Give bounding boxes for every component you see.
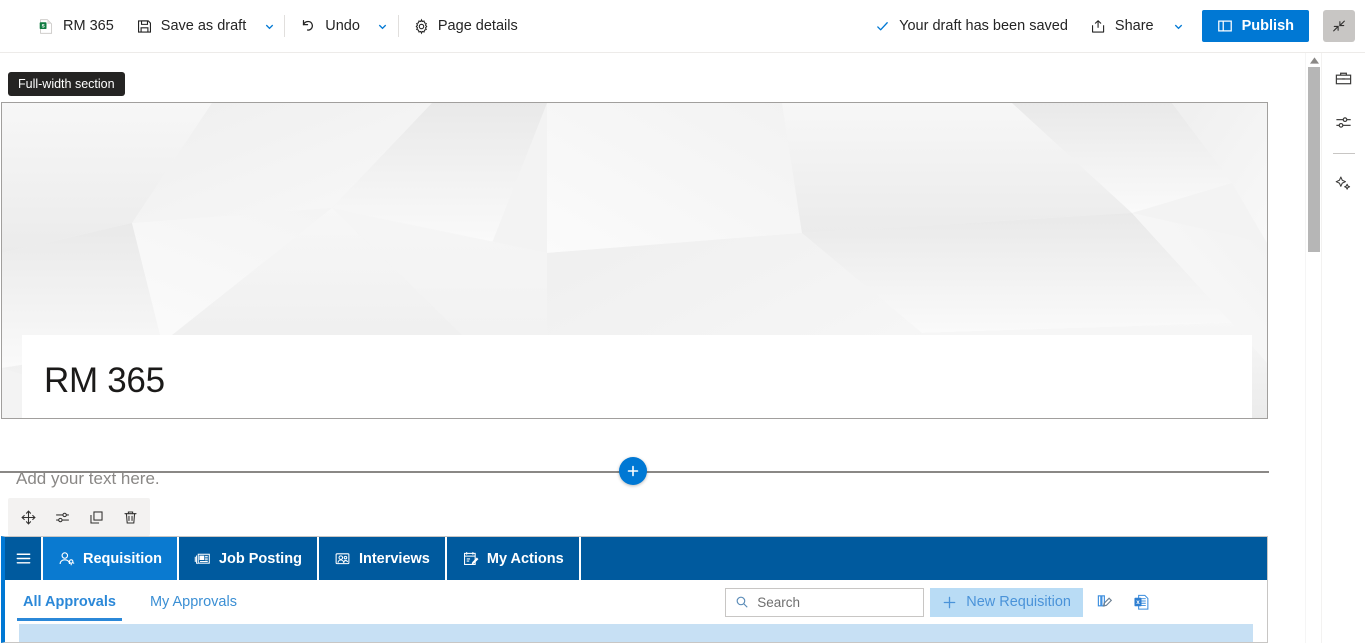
nav-tab-interviews-label: Interviews bbox=[358, 550, 430, 567]
subtab-my-approvals-label: My Approvals bbox=[149, 594, 237, 610]
news-icon bbox=[194, 550, 211, 567]
gear-icon bbox=[413, 18, 430, 35]
share-label: Share bbox=[1114, 18, 1154, 34]
edit-webpart-sliders-icon[interactable] bbox=[46, 501, 78, 533]
search-icon bbox=[735, 595, 749, 609]
command-bar-right-group: Your draft has been saved Share Publish bbox=[867, 7, 1365, 45]
nav-tab-requisition[interactable]: Requisition bbox=[43, 537, 179, 580]
sub-bar-actions: New Requisition x bbox=[725, 587, 1267, 617]
add-section-divider bbox=[0, 457, 1269, 485]
page-canvas: Full-width section RM 365 Add your text … bbox=[0, 53, 1365, 643]
rail-divider bbox=[1332, 153, 1355, 154]
hero-title-box: RM 365 John Taylor T bbox=[22, 335, 1252, 418]
person-add-icon bbox=[58, 550, 75, 567]
nav-tab-requisition-label: Requisition bbox=[83, 550, 162, 567]
add-section-button[interactable] bbox=[619, 457, 647, 485]
share-chevron[interactable] bbox=[1168, 7, 1190, 45]
edit-columns-icon[interactable] bbox=[1091, 588, 1119, 616]
nav-tab-interviews[interactable]: Interviews bbox=[318, 537, 447, 580]
duplicate-icon[interactable] bbox=[80, 501, 112, 533]
scroll-up-arrow-icon[interactable] bbox=[1306, 53, 1322, 67]
site-name-label: RM 365 bbox=[63, 18, 114, 34]
site-name-button[interactable]: s RM 365 bbox=[28, 7, 124, 45]
undo-label: Undo bbox=[325, 18, 360, 34]
collapse-ribbon-button[interactable] bbox=[1323, 10, 1355, 42]
nav-tab-job-posting[interactable]: Job Posting bbox=[178, 537, 319, 580]
save-as-draft-label: Save as draft bbox=[160, 18, 247, 34]
hamburger-menu-icon[interactable] bbox=[5, 537, 43, 580]
subtab-all-approvals-label: All Approvals bbox=[23, 594, 116, 610]
app-nav-bar: Requisition Job Posting Interviews My Ac… bbox=[5, 537, 1267, 580]
undo-button[interactable]: Undo bbox=[289, 7, 370, 45]
new-requisition-label: New Requisition bbox=[966, 594, 1071, 610]
toolbar-divider-2 bbox=[397, 15, 399, 37]
sparkle-icon[interactable] bbox=[1327, 166, 1361, 200]
nav-tab-my-actions[interactable]: My Actions bbox=[446, 537, 581, 580]
save-icon bbox=[136, 18, 153, 35]
nav-tab-my-actions-label: My Actions bbox=[486, 550, 564, 567]
subtab-all-approvals[interactable]: All Approvals bbox=[17, 584, 122, 621]
task-board-icon bbox=[462, 550, 479, 567]
publish-button[interactable]: Publish bbox=[1201, 10, 1309, 42]
search-box[interactable] bbox=[725, 587, 925, 617]
collapse-arrows-icon bbox=[1331, 18, 1347, 34]
plus-icon bbox=[942, 595, 957, 610]
share-icon bbox=[1090, 18, 1107, 35]
command-bar-left-group: s RM 365 Save as draft Undo Page details bbox=[0, 7, 528, 45]
undo-chevron[interactable] bbox=[372, 7, 394, 45]
publish-panel-icon bbox=[1217, 18, 1233, 34]
undo-icon bbox=[299, 17, 317, 35]
page-details-button[interactable]: Page details bbox=[403, 7, 528, 45]
people-meeting-icon bbox=[334, 550, 351, 567]
export-to-excel-icon[interactable]: x bbox=[1127, 588, 1155, 616]
requisition-web-part[interactable]: Requisition Job Posting Interviews My Ac… bbox=[1, 536, 1268, 643]
vertical-scrollbar[interactable] bbox=[1305, 53, 1321, 643]
table-header-strip bbox=[19, 624, 1253, 642]
right-rail bbox=[1321, 53, 1365, 643]
subtab-my-approvals[interactable]: My Approvals bbox=[144, 584, 243, 621]
new-requisition-button[interactable]: New Requisition bbox=[930, 587, 1083, 617]
save-as-draft-chevron[interactable] bbox=[258, 7, 280, 45]
section-label-badge: Full-width section bbox=[8, 72, 125, 96]
page-details-label: Page details bbox=[437, 18, 518, 34]
search-input[interactable] bbox=[757, 594, 915, 610]
toolbar-divider-1 bbox=[284, 15, 286, 37]
command-bar: s RM 365 Save as draft Undo Page details… bbox=[0, 0, 1365, 53]
sliders-icon[interactable] bbox=[1327, 105, 1361, 139]
draft-status-label: Your draft has been saved bbox=[899, 18, 1068, 34]
hero-section[interactable]: RM 365 John Taylor T bbox=[1, 102, 1268, 419]
scrollbar-thumb[interactable] bbox=[1308, 67, 1320, 252]
checkmark-icon bbox=[875, 19, 890, 34]
save-as-draft-button[interactable]: Save as draft bbox=[126, 7, 256, 45]
page-title: RM 365 bbox=[44, 361, 165, 400]
share-button[interactable]: Share bbox=[1080, 7, 1164, 45]
draft-status: Your draft has been saved bbox=[867, 18, 1076, 34]
publish-label: Publish bbox=[1241, 18, 1294, 34]
sharepoint-site-icon: s bbox=[38, 18, 55, 35]
delete-trash-icon[interactable] bbox=[114, 501, 146, 533]
web-part-toolbar bbox=[8, 498, 150, 536]
svg-text:x: x bbox=[1136, 599, 1140, 606]
app-sub-bar: All Approvals My Approvals Search New Re… bbox=[5, 580, 1267, 624]
toolbox-icon[interactable] bbox=[1327, 61, 1361, 95]
nav-tab-job-posting-label: Job Posting bbox=[218, 550, 302, 567]
move-handle-icon[interactable] bbox=[12, 501, 44, 533]
